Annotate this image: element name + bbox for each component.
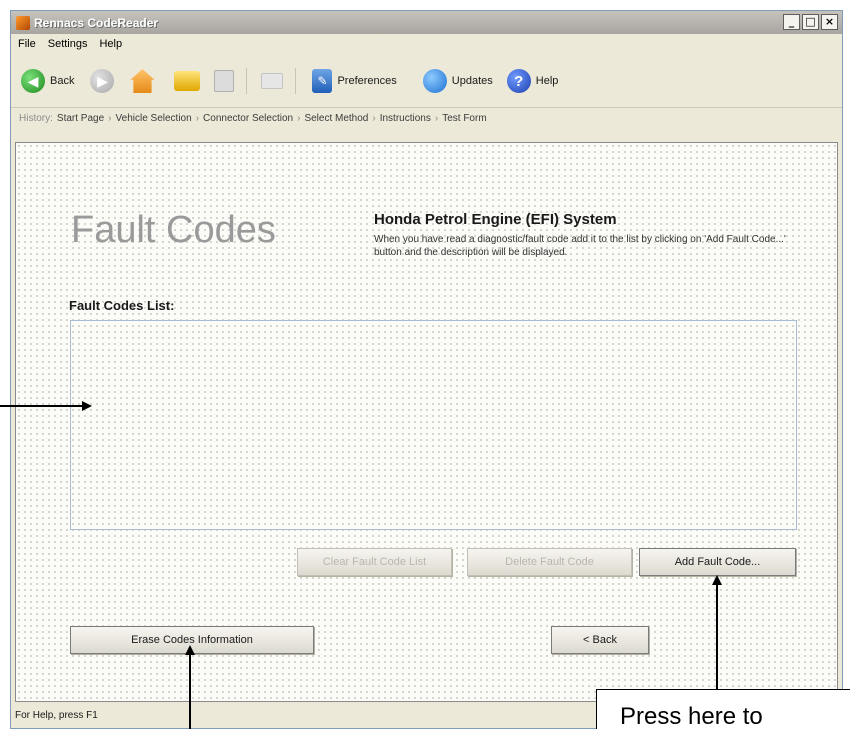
- annotation-arrows: [0, 401, 722, 729]
